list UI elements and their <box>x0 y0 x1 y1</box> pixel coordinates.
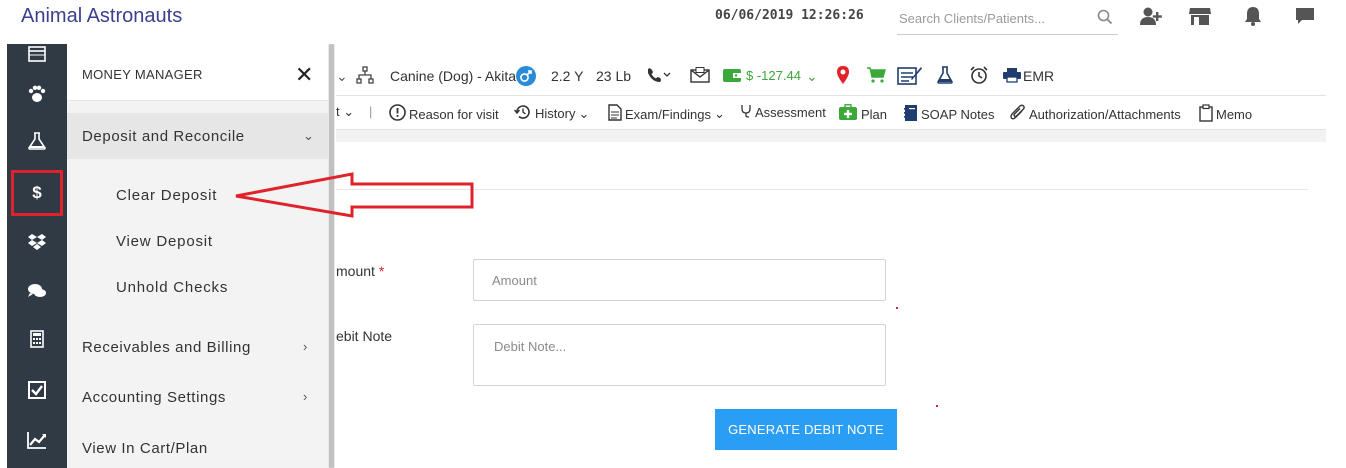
menu-section-label: Deposit and Reconcile <box>82 128 245 145</box>
invoice-edit-icon[interactable] <box>897 65 923 88</box>
dropbox-icon[interactable] <box>7 222 67 262</box>
pedigree-icon[interactable] <box>356 66 374 87</box>
tab-label: Reason for visit <box>409 106 499 122</box>
drawer-title: MONEY MANAGER <box>82 67 203 82</box>
scrollbar-thumb[interactable] <box>329 44 334 468</box>
app-title[interactable]: Animal Astronauts <box>21 5 182 28</box>
cart-icon[interactable] <box>866 67 886 86</box>
search-input[interactable] <box>897 3 1087 33</box>
alarm-clock-icon[interactable] <box>970 66 988 87</box>
paw-icon[interactable] <box>7 74 67 114</box>
generate-debit-note-button[interactable]: GENERATE DEBIT NOTE <box>715 409 897 450</box>
stethoscope-icon <box>740 104 752 121</box>
amount-label-text: mount <box>336 263 375 279</box>
divider <box>336 189 1308 190</box>
chevron-right-icon: › <box>303 339 308 354</box>
money-manager-drawer: MONEY MANAGER ✕ Deposit and Reconcile ⌄ … <box>67 44 329 468</box>
validation-dot <box>936 405 938 407</box>
tab-label: Plan <box>861 106 888 122</box>
debit-note-form: mount * ebit Note GENERATE DEBIT NOTE <box>336 142 1326 468</box>
chevron-down-icon[interactable]: ⌄ <box>336 68 348 85</box>
checkbox-icon[interactable] <box>7 370 67 410</box>
location-pin-icon[interactable] <box>836 65 850 88</box>
tab-label: Memo <box>1216 107 1253 122</box>
male-icon <box>516 66 536 89</box>
store-icon[interactable] <box>1188 4 1212 28</box>
dollar-icon[interactable]: $ <box>11 170 63 216</box>
menu-item-clear-deposit[interactable]: Clear Deposit <box>116 187 217 204</box>
flask-icon[interactable] <box>7 121 67 161</box>
debit-note-label: ebit Note <box>336 328 393 344</box>
drawer-scrollbar[interactable] <box>328 44 335 468</box>
menu-section-deposit-and-reconcile[interactable]: Deposit and Reconcile ⌄ <box>67 113 329 159</box>
history-icon <box>513 104 532 123</box>
tab-label: Authorization/Attachments <box>1029 106 1181 122</box>
tab-authorization-attachments[interactable]: Authorization/Attachments <box>1010 104 1181 124</box>
phone-icon[interactable] <box>646 67 672 86</box>
notebook-icon <box>904 104 918 125</box>
tab-reason-for-visit[interactable]: Reason for visit <box>389 104 499 124</box>
calendar-icon[interactable] <box>7 34 67 74</box>
debit-note-field[interactable] <box>473 324 886 386</box>
patient-weight: 23 Lb <box>596 68 632 84</box>
toolbar-divider: | <box>369 104 373 119</box>
medkit-icon <box>838 104 858 124</box>
amount-label: mount * <box>336 263 384 279</box>
tab-soap-notes[interactable]: SOAP Notes <box>904 104 994 125</box>
emr-link[interactable]: EMR <box>1023 68 1054 84</box>
amount-input[interactable] <box>473 259 886 301</box>
tab-overflow[interactable]: t ⌄ <box>336 104 354 120</box>
top-bar: Animal Astronauts 06/06/2019 12:26:26 <box>0 0 1346 44</box>
sidebar-rail: $ <box>7 44 67 468</box>
patient-info-bar: ⌄ Canine (Dog) - Akita 2.2 Y 23 Lb $ -12… <box>336 58 1326 96</box>
required-marker: * <box>378 263 385 279</box>
chevron-down-icon[interactable]: ⌄ <box>806 68 818 85</box>
menu-section-label: Accounting Settings <box>82 389 226 406</box>
section-separator <box>336 130 1326 142</box>
tab-assessment[interactable]: Assessment <box>740 104 826 121</box>
menu-section-label: Receivables and Billing <box>82 339 251 356</box>
validation-dot <box>896 307 898 309</box>
tab-label: History <box>535 106 576 121</box>
search-icon[interactable] <box>1097 9 1113 30</box>
menu-item-unhold-checks[interactable]: Unhold Checks <box>116 279 228 296</box>
menu-item-view-deposit[interactable]: View Deposit <box>116 233 213 250</box>
drawer-header: MONEY MANAGER ✕ <box>67 44 329 101</box>
wallet-icon[interactable] <box>722 67 742 86</box>
menu-section-label: View In Cart/Plan <box>82 440 208 457</box>
add-user-icon[interactable] <box>1139 4 1163 28</box>
document-icon <box>608 104 622 124</box>
datetime-display: 06/06/2019 12:26:26 <box>715 8 864 23</box>
comments-icon[interactable] <box>7 271 67 311</box>
chat-icon[interactable] <box>1293 4 1317 28</box>
clipboard-icon <box>1199 104 1213 125</box>
tab-label: Assessment <box>755 105 826 120</box>
chevron-right-icon: › <box>303 389 308 404</box>
patient-species: Canine (Dog) - Akita <box>390 68 517 84</box>
chevron-down-icon: ⌄ <box>713 106 725 121</box>
patient-age: 2.2 Y <box>551 68 584 84</box>
chart-icon[interactable] <box>7 420 67 460</box>
calculator-icon[interactable] <box>7 319 67 359</box>
patient-balance[interactable]: $ -127.44 <box>746 68 801 83</box>
info-circle-icon <box>389 104 406 124</box>
tab-history[interactable]: History ⌄ <box>513 104 590 123</box>
paperclip-icon <box>1010 104 1026 124</box>
mail-icon[interactable] <box>690 67 710 86</box>
printer-icon[interactable] <box>1002 67 1022 86</box>
visit-toolbar: t ⌄ | Reason for visit History ⌄ Exam/Fi… <box>336 96 1326 130</box>
tab-label: SOAP Notes <box>921 107 995 122</box>
chevron-down-icon: ⌄ <box>303 128 315 143</box>
flask-icon[interactable] <box>937 66 953 87</box>
search-box <box>897 3 1118 35</box>
annotation-arrow <box>235 172 474 218</box>
tab-memo[interactable]: Memo <box>1199 104 1252 125</box>
tab-plan[interactable]: Plan <box>838 104 887 124</box>
tab-exam-findings[interactable]: Exam/Findings ⌄ <box>608 104 725 124</box>
tab-label: Exam/Findings <box>625 106 711 122</box>
bell-icon[interactable] <box>1241 4 1265 28</box>
chevron-down-icon: ⌄ <box>578 105 590 121</box>
close-icon[interactable]: ✕ <box>295 62 313 88</box>
